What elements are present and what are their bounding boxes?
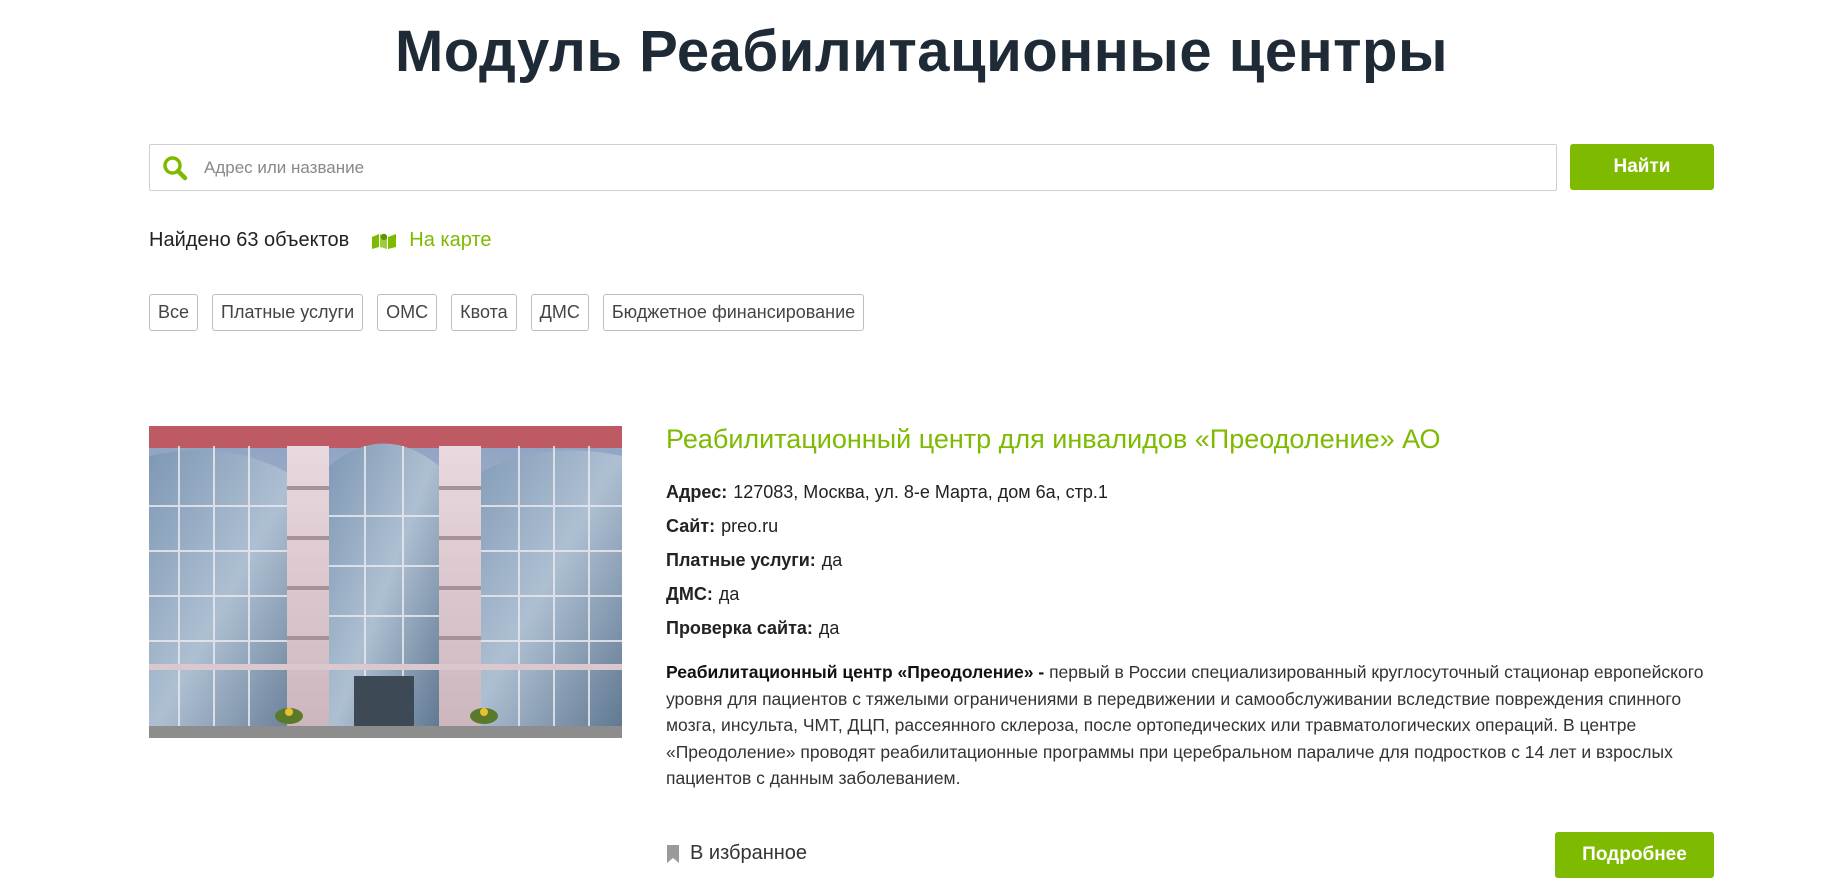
info-site: Сайт: preo.ru <box>666 509 1714 543</box>
bookmark-icon <box>667 844 679 863</box>
more-details-button[interactable]: Подробнее <box>1555 832 1714 878</box>
filter-bar: Все Платные услуги ОМС Квота ДМС Бюджетн… <box>149 294 865 331</box>
info-key: Платные услуги: <box>666 550 816 570</box>
info-key: Адрес: <box>666 482 728 502</box>
info-value: 127083, Москва, ул. 8-е Марта, дом 6а, с… <box>733 482 1108 502</box>
favorites-label: В избранное <box>690 842 808 864</box>
center-photo[interactable] <box>149 426 622 738</box>
info-value: да <box>718 584 740 604</box>
center-description: Реабилитационный центр «Преодоление» - п… <box>666 659 1714 792</box>
info-dms: ДМС: да <box>666 577 1714 611</box>
info-value: да <box>818 618 840 638</box>
results-row: Найдено 63 объектов На карте <box>149 229 491 252</box>
center-title[interactable]: Реабилитационный центр для инвалидов «Пр… <box>666 424 1714 455</box>
map-link[interactable]: На карте <box>371 229 491 252</box>
filter-dms[interactable]: ДМС <box>530 294 589 331</box>
results-count: Найдено 63 объектов <box>149 229 350 251</box>
info-key: Сайт: <box>666 516 716 536</box>
info-value: да <box>821 550 843 570</box>
description-lead: Реабилитационный центр «Преодоление» - <box>666 662 1045 682</box>
filter-all[interactable]: Все <box>149 294 199 331</box>
filter-oms[interactable]: ОМС <box>377 294 438 331</box>
map-icon <box>371 231 397 251</box>
center-card: Реабилитационный центр для инвалидов «Пр… <box>666 424 1714 792</box>
map-link-label: На карте <box>409 229 492 251</box>
info-site-check: Проверка сайта: да <box>666 611 1714 645</box>
search-box[interactable] <box>149 144 1557 191</box>
info-address: Адрес: 127083, Москва, ул. 8-е Марта, дом… <box>666 475 1714 509</box>
info-key: Проверка сайта: <box>666 618 813 638</box>
page-title: Модуль Реабилитационные центры <box>394 19 1449 84</box>
filter-paid-services[interactable]: Платные услуги <box>212 294 364 331</box>
filter-quota[interactable]: Квота <box>451 294 517 331</box>
info-key: ДМС: <box>666 584 713 604</box>
add-to-favorites[interactable]: В избранное <box>666 842 807 865</box>
search-icon <box>162 154 190 182</box>
search-row: Найти <box>149 144 1714 191</box>
filter-budget[interactable]: Бюджетное финансирование <box>602 294 865 331</box>
find-button[interactable]: Найти <box>1570 144 1714 190</box>
info-value: preo.ru <box>721 516 779 536</box>
info-paid-services: Платные услуги: да <box>666 543 1714 577</box>
search-input[interactable] <box>204 147 1556 188</box>
